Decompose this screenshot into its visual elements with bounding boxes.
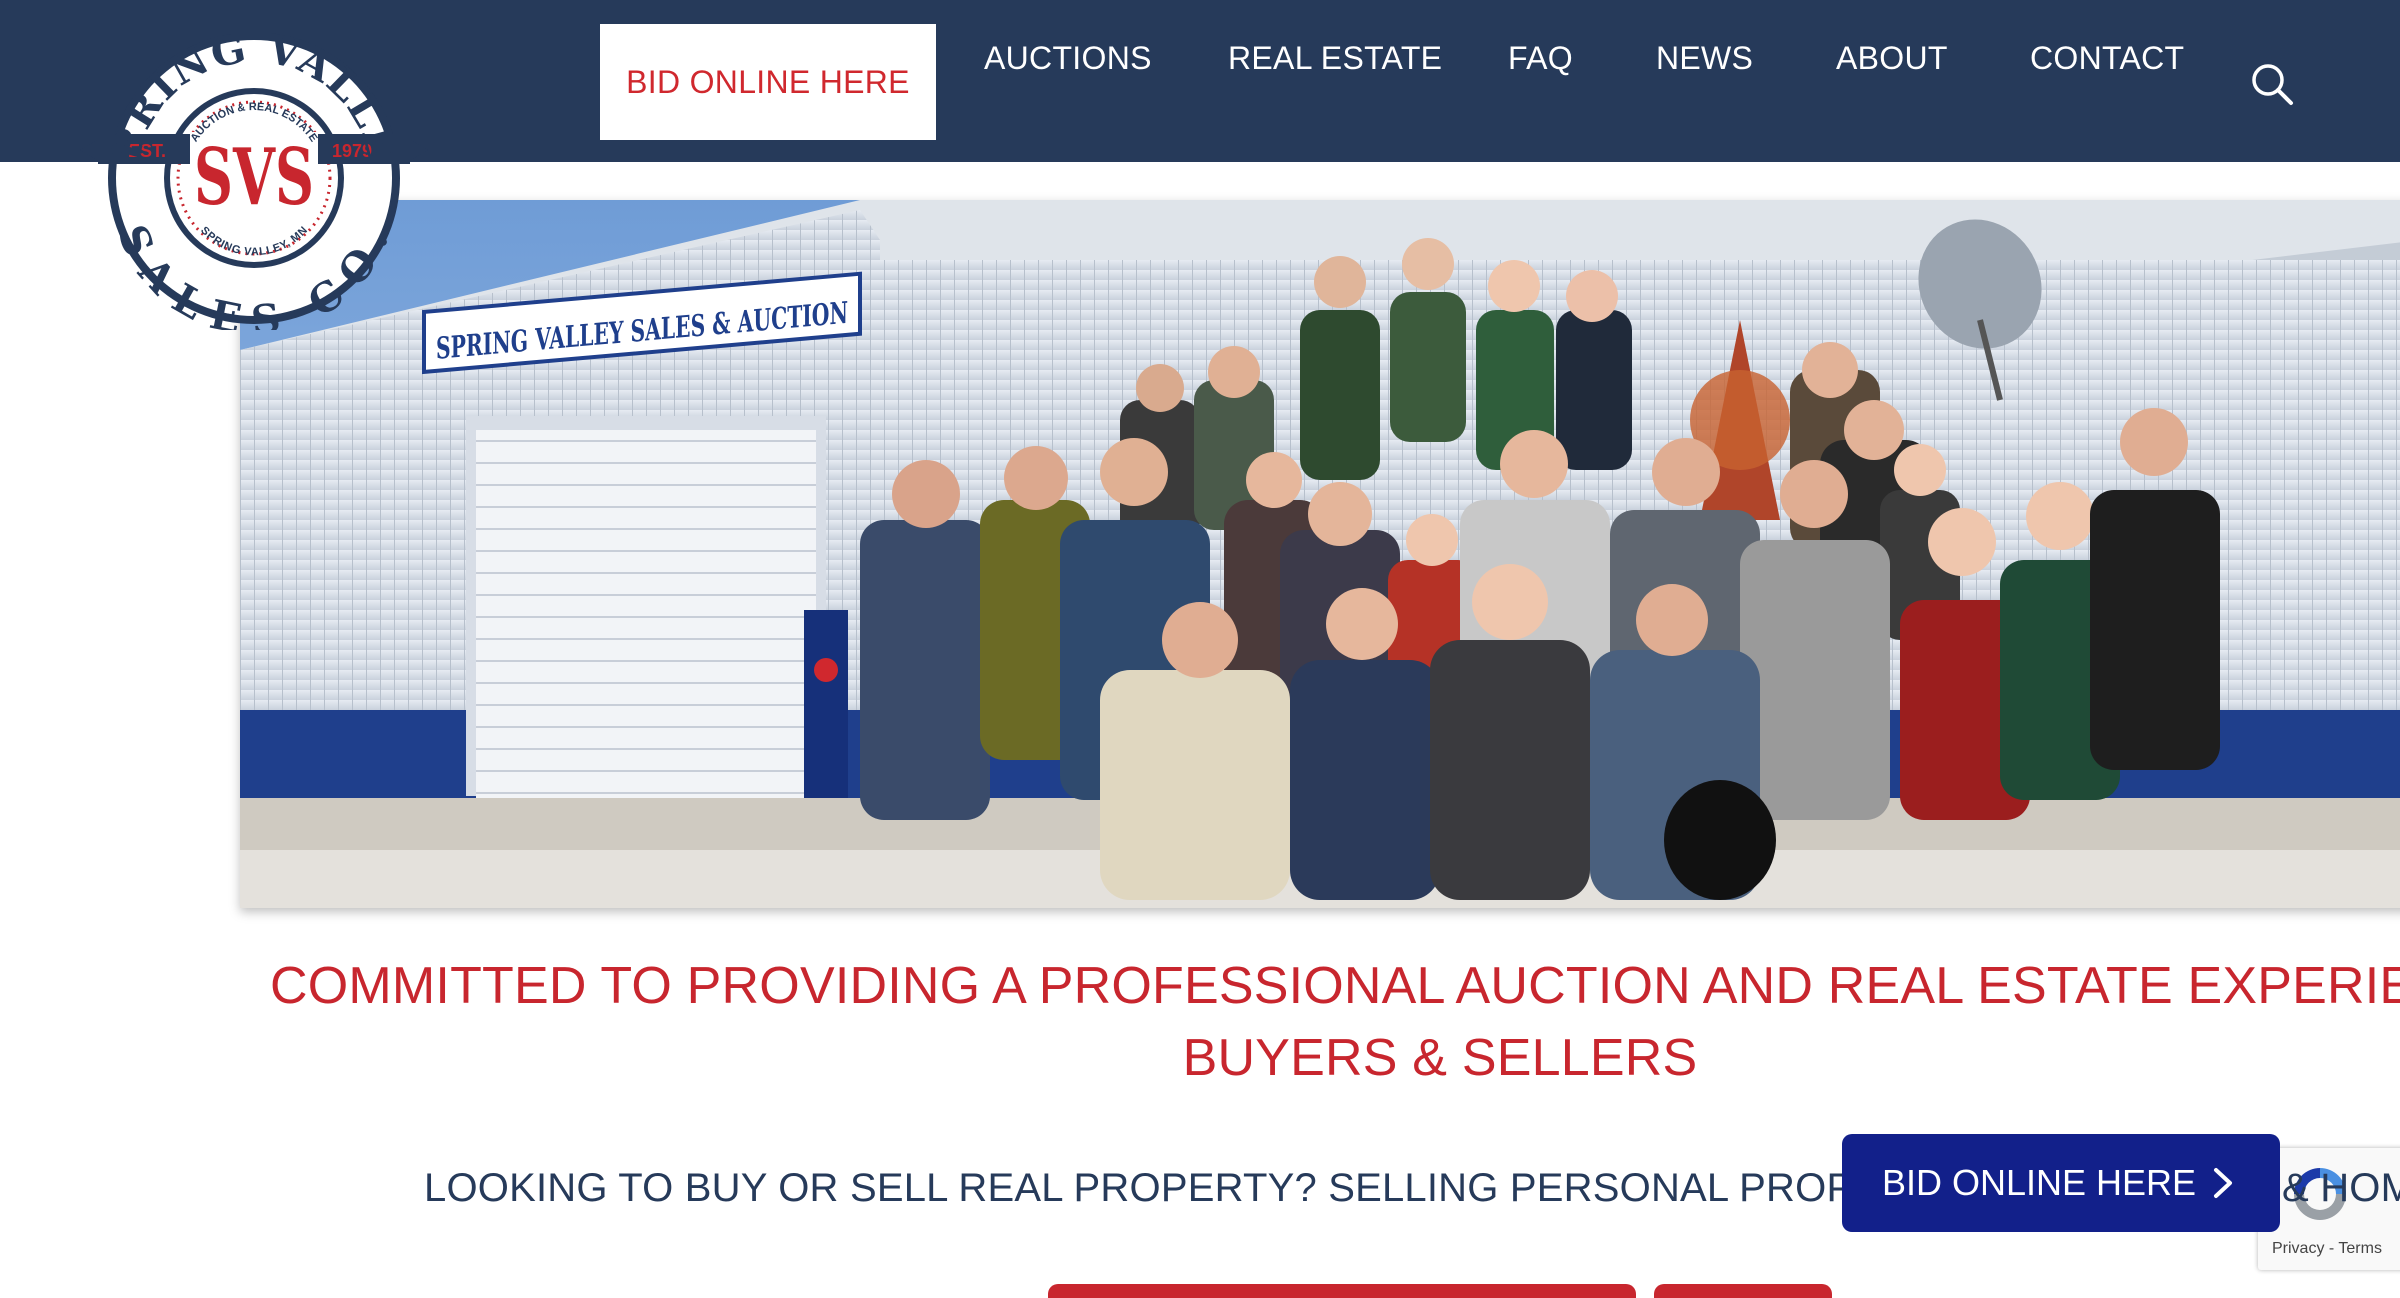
nav-item-faq[interactable]: FAQ [1508, 40, 1573, 77]
chevron-right-icon [2214, 1168, 2232, 1198]
subheading: LOOKING TO BUY OR SELL REAL PROPERTY? SE… [424, 1166, 1881, 1210]
nav-item-about[interactable]: ABOUT [1836, 40, 1948, 77]
nav-bid-online-button[interactable]: BID ONLINE HERE [600, 24, 936, 140]
nav-item-news[interactable]: NEWS [1656, 40, 1753, 77]
nav-item-real-estate[interactable]: REAL ESTATE [1228, 40, 1442, 77]
tagline-line2: BUYERS & SELLERS [1182, 1029, 1698, 1087]
secondary-action-button[interactable] [1654, 1284, 1832, 1298]
tagline-line1: COMMITTED TO PROVIDING A PROFESSIONAL AU… [270, 957, 2400, 1015]
logo-monogram: SVS [194, 132, 314, 223]
nav-item-auctions[interactable]: AUCTIONS [984, 40, 1152, 77]
hero-staff-photo: SPRING VALLEY SALES & AUCTION [240, 200, 2400, 908]
floating-bid-online-label: BID ONLINE HERE [1882, 1162, 2197, 1203]
subheading-tail: & HOM [2282, 1166, 2400, 1210]
floating-bid-online-button[interactable]: BID ONLINE HERE [1842, 1134, 2280, 1232]
spring-valley-logo[interactable]: EST. 1979 SPRING VALLEY SALES CO. AUCTIO… [78, 28, 430, 330]
primary-action-button[interactable] [1048, 1284, 1636, 1298]
search-icon[interactable] [2250, 62, 2294, 106]
nav-item-contact[interactable]: CONTACT [2030, 40, 2184, 77]
recaptcha-privacy-terms[interactable]: Privacy - Terms [2272, 1240, 2382, 1258]
main-nav: BID ONLINE HERE [600, 24, 936, 140]
